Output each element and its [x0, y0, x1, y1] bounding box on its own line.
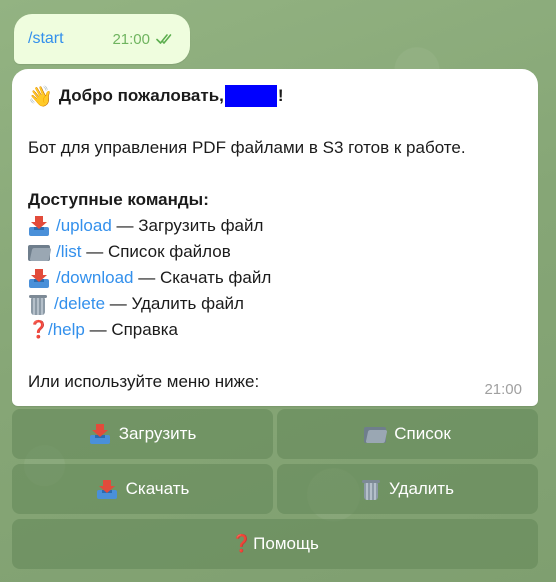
redacted-username — [224, 85, 277, 107]
command-item-list: /list — Список файлов — [28, 239, 522, 265]
download-button[interactable]: Скачать — [12, 464, 273, 514]
list-button[interactable]: Список — [277, 409, 538, 459]
commands-header: Доступные команды: — [28, 190, 209, 209]
command-description: — Список файлов — [81, 242, 231, 261]
download-button-label: Скачать — [125, 479, 190, 498]
trash-icon — [361, 478, 381, 500]
delete-button[interactable]: Удалить — [277, 464, 538, 514]
incoming-message-time: 21:00 — [484, 381, 522, 398]
command-item-download: /download — Скачать файл — [28, 265, 522, 291]
greeting-end: ! — [277, 86, 284, 105]
trash-icon — [28, 293, 48, 315]
help-button[interactable]: ❓ Помощь — [12, 519, 538, 569]
upload-button[interactable]: Загрузить — [12, 409, 273, 459]
greeting-text: Добро пожаловать, — [58, 86, 224, 105]
list-button-label: Список — [394, 424, 451, 443]
upload-button-label: Загрузить — [118, 424, 197, 443]
command-description: — Справка — [84, 320, 179, 339]
delete-button-label: Удалить — [389, 479, 454, 498]
upload-icon — [89, 424, 111, 444]
command-link-delete[interactable]: /delete — [54, 291, 105, 317]
command-description: — Скачать файл — [133, 268, 272, 287]
command-link-help[interactable]: /help — [48, 317, 85, 343]
help-button-label: Помощь — [253, 534, 319, 553]
question-icon: ❓ — [231, 534, 253, 554]
download-icon — [96, 479, 118, 499]
command-item-delete: /delete — Удалить файл — [28, 291, 522, 317]
download-icon — [28, 268, 50, 288]
command-description: — Удалить файл — [105, 294, 244, 313]
command-link-download[interactable]: /download — [56, 265, 134, 291]
command-item-help: ❓ /help — Справка — [28, 317, 522, 343]
outgoing-message-time: 21:00 — [112, 30, 150, 48]
waving-hand-icon: 👋 — [28, 84, 53, 108]
folder-icon — [364, 425, 388, 443]
folder-icon — [28, 243, 52, 261]
command-link-list[interactable]: /list — [56, 239, 82, 265]
upload-icon — [28, 216, 50, 236]
greeting-line: 👋 Добро пожаловать, ! — [28, 83, 522, 109]
intro-text: Бот для управления PDF файлами в S3 гото… — [28, 138, 466, 157]
outgoing-message[interactable]: /start 21:00 — [14, 14, 190, 64]
question-icon: ❓ — [28, 320, 50, 340]
outgoing-message-text: /start — [28, 30, 64, 47]
command-link-upload[interactable]: /upload — [56, 213, 112, 239]
command-item-upload: /upload — Загрузить файл — [28, 213, 522, 239]
command-description: — Загрузить файл — [111, 216, 264, 235]
double-check-icon — [156, 34, 172, 44]
footer-text: Или используйте меню ниже: — [28, 372, 260, 391]
incoming-message[interactable]: 👋 Добро пожаловать, ! Бот для управления… — [12, 69, 538, 406]
